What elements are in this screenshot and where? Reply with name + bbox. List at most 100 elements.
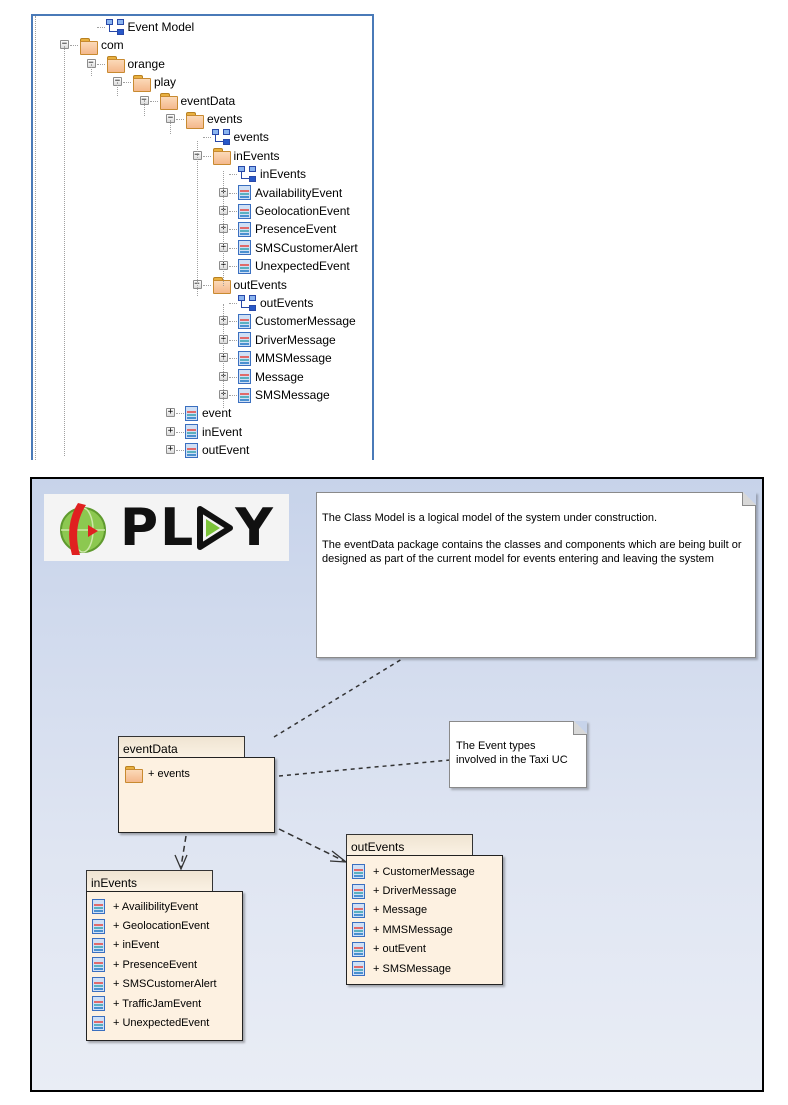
tree-connector bbox=[229, 174, 237, 176]
play-logo: PL Y bbox=[44, 494, 289, 561]
expand-toggle-icon[interactable]: + bbox=[166, 408, 175, 418]
package-item-label: + inEvent bbox=[113, 939, 160, 952]
tree-item-label: inEvents bbox=[260, 167, 307, 182]
tree-item[interactable]: Event Model bbox=[105, 18, 195, 36]
tree-item[interactable]: AvailabilityEvent bbox=[238, 184, 342, 202]
class-icon bbox=[352, 883, 365, 899]
class-icon bbox=[92, 996, 105, 1012]
tree-item[interactable]: orange bbox=[106, 55, 165, 74]
taxi-uc-note[interactable]: The Event types involved in the Taxi UC bbox=[449, 721, 587, 788]
class-icon bbox=[238, 240, 251, 256]
tree-item[interactable]: DriverMessage bbox=[238, 331, 336, 349]
package-item[interactable]: + MMSMessage bbox=[347, 920, 502, 939]
diagram-icon bbox=[211, 129, 230, 146]
package-item[interactable]: + SMSMessage bbox=[347, 959, 502, 978]
dependency-outevents-arrow bbox=[329, 850, 349, 863]
package-item-label: + DriverMessage bbox=[373, 885, 457, 898]
folder-icon bbox=[212, 148, 231, 166]
tree-item-label: inEvent bbox=[202, 424, 243, 439]
tree-item[interactable]: inEvents bbox=[212, 147, 280, 166]
expand-toggle-icon[interactable]: + bbox=[166, 445, 175, 455]
class-icon bbox=[238, 350, 251, 366]
tree-connector bbox=[176, 119, 184, 120]
folder-icon bbox=[124, 766, 143, 784]
tree-item-label: GeolocationEvent bbox=[255, 204, 350, 218]
class-icon bbox=[238, 258, 251, 274]
tree-item[interactable]: CustomerMessage bbox=[238, 312, 356, 330]
class-icon bbox=[238, 185, 251, 201]
tree-item-label: MMSMessage bbox=[255, 351, 332, 366]
package-item-label: + PresenceEvent bbox=[113, 958, 198, 971]
tree-item[interactable]: event bbox=[185, 404, 231, 422]
tree-item[interactable]: GeolocationEvent bbox=[238, 202, 350, 220]
tree-item[interactable]: SMSMessage bbox=[238, 386, 330, 404]
tree-item[interactable]: events bbox=[185, 110, 242, 129]
tree-guide-line bbox=[90, 64, 92, 76]
note-link-taxi bbox=[278, 759, 451, 777]
package-item-label: + CustomerMessage bbox=[373, 865, 475, 878]
folder-icon bbox=[132, 74, 151, 92]
package-item[interactable]: + UnexpectedEvent bbox=[87, 1013, 242, 1032]
tree-connector bbox=[202, 284, 211, 286]
tree-connector bbox=[229, 266, 237, 268]
class-icon bbox=[352, 961, 365, 977]
tree-item[interactable]: UnexpectedEvent bbox=[238, 257, 350, 275]
package-item[interactable]: + events bbox=[119, 764, 274, 784]
tree-item[interactable]: MMSMessage bbox=[238, 349, 332, 367]
tree-connector bbox=[229, 395, 237, 396]
package-item[interactable]: + SMSCustomerAlert bbox=[87, 975, 242, 994]
tree-item[interactable]: outEvents bbox=[238, 294, 313, 312]
note-fold-corner bbox=[573, 721, 587, 735]
tree-item[interactable]: SMSCustomerAlert bbox=[238, 239, 358, 257]
tree-item[interactable]: Message bbox=[238, 368, 304, 386]
tree-item[interactable]: inEvents bbox=[238, 165, 306, 183]
tree-item[interactable]: com bbox=[79, 36, 124, 55]
class-icon bbox=[238, 313, 251, 329]
tree-connector bbox=[229, 211, 237, 212]
tree-connector bbox=[229, 358, 237, 360]
tree-item[interactable]: outEvent bbox=[185, 441, 249, 459]
tree-guide-line bbox=[170, 120, 171, 134]
tree-item[interactable]: inEvent bbox=[185, 423, 242, 441]
package-item[interactable]: + TrafficJamEvent bbox=[87, 994, 242, 1013]
class-icon bbox=[185, 442, 198, 458]
package-item[interactable]: + AvailibilityEvent bbox=[87, 897, 242, 916]
class-icon bbox=[238, 221, 251, 237]
taxi-note-text: The Event types involved in the Taxi UC bbox=[456, 740, 568, 766]
package-item[interactable]: + DriverMessage bbox=[347, 881, 502, 900]
tree-item-label: Event Model bbox=[127, 20, 195, 34]
package-item[interactable]: + CustomerMessage bbox=[347, 862, 502, 881]
package-body: + CustomerMessage + DriverMessage + Messag… bbox=[346, 855, 503, 985]
tree-item-label: DriverMessage bbox=[255, 332, 336, 347]
package-item[interactable]: + Message bbox=[347, 901, 502, 920]
tree-item-label: outEvents bbox=[260, 296, 314, 310]
package-item-label: + events bbox=[148, 767, 190, 780]
note-link-main bbox=[273, 658, 403, 738]
tree-connector bbox=[202, 137, 211, 139]
tree-item[interactable]: events bbox=[211, 128, 269, 146]
package-item[interactable]: + outEvent bbox=[347, 940, 502, 959]
class-icon bbox=[238, 387, 251, 403]
tree-item-label: event bbox=[202, 406, 232, 421]
tree-item-label: outEvent bbox=[202, 443, 250, 458]
folder-icon bbox=[185, 111, 204, 129]
class-icon bbox=[92, 1015, 105, 1031]
tree-item[interactable]: PresenceEvent bbox=[238, 220, 336, 238]
dependency-outevents bbox=[278, 828, 345, 862]
tree-guide-line bbox=[64, 46, 65, 456]
tree-connector bbox=[176, 413, 184, 415]
folder-icon bbox=[106, 56, 125, 74]
class-icon bbox=[352, 922, 365, 938]
play-triangle-icon bbox=[197, 505, 234, 550]
tree-item-label: SMSMessage bbox=[255, 388, 330, 402]
package-item[interactable]: + GeolocationEvent bbox=[87, 916, 242, 935]
tree-item-label: AvailabilityEvent bbox=[255, 185, 343, 200]
expand-toggle-icon[interactable]: + bbox=[166, 426, 175, 436]
package-item[interactable]: + PresenceEvent bbox=[87, 955, 242, 974]
package-item[interactable]: + inEvent bbox=[87, 936, 242, 955]
tree-item[interactable]: eventData bbox=[159, 92, 235, 111]
tree-item[interactable]: play bbox=[132, 73, 176, 92]
package-item-label: + TrafficJamEvent bbox=[113, 997, 202, 1010]
class-model-note[interactable]: The Class Model is a logical model of th… bbox=[316, 492, 756, 658]
tree-item-label: UnexpectedEvent bbox=[255, 259, 350, 274]
